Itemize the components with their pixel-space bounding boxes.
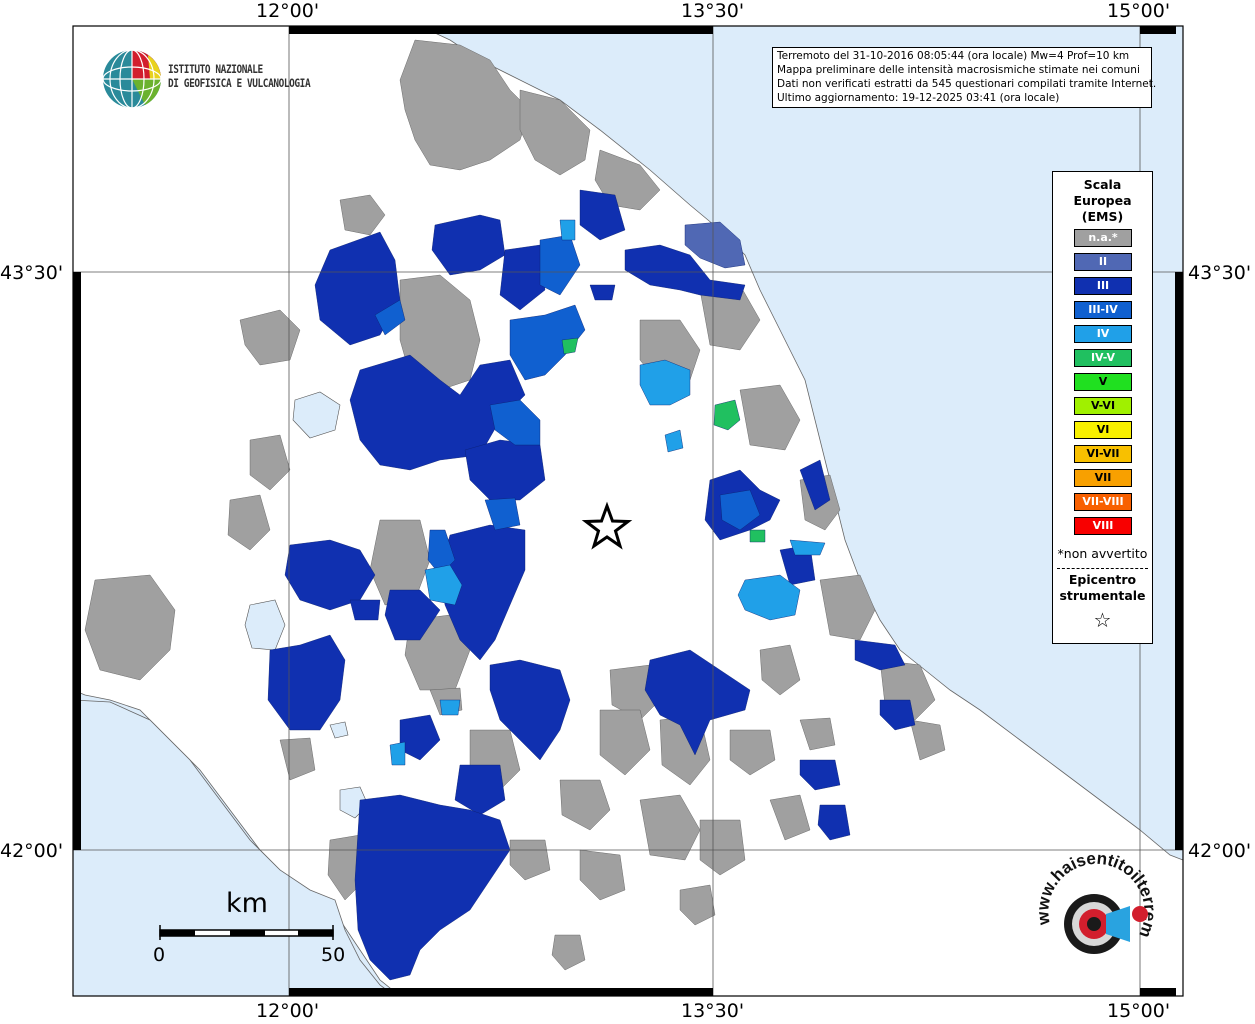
legend-item-v: V bbox=[1074, 373, 1132, 391]
scale-end: 50 bbox=[321, 944, 346, 966]
lat-tick-left-1: 43°30' bbox=[0, 262, 64, 284]
legend-epicenter-line2: strumentale bbox=[1059, 588, 1146, 603]
ems-legend: Scala Europea (EMS) n.a.* II III III-IV IV IV… bbox=[1052, 171, 1153, 644]
ingv-line-1: ISTITUTO NAZIONALE bbox=[168, 62, 263, 76]
info-line-map: Mappa preliminare delle intensità macros… bbox=[777, 64, 1140, 76]
legend-separator bbox=[1057, 568, 1148, 569]
lon-tick-top-1: 12°00' bbox=[256, 0, 320, 22]
legend-item-vii-viii: VII-VIII bbox=[1074, 493, 1132, 511]
lat-tick-right-2: 42°00' bbox=[1188, 840, 1252, 862]
lat-tick-right-1: 43°30' bbox=[1188, 262, 1252, 284]
info-line-data: Dati non verificati estratti da 545 ques… bbox=[777, 78, 1157, 90]
legend-title-line3: (EMS) bbox=[1081, 209, 1124, 224]
haisentito-logo: www.haisentitoilterremoto.it bbox=[1022, 854, 1160, 954]
legend-item-v-vi: V-VI bbox=[1074, 397, 1132, 415]
lat-tick-left-2: 42°00' bbox=[0, 840, 64, 862]
info-line-event: Terremoto del 31-10-2016 08:05:44 (ora l… bbox=[777, 50, 1130, 62]
legend-item-iv-v: IV-V bbox=[1074, 349, 1132, 367]
lon-tick-bottom-2: 13°30' bbox=[681, 1000, 745, 1022]
legend-item-n-a: n.a.* bbox=[1074, 229, 1132, 247]
legend-item-vii: VII bbox=[1074, 469, 1132, 487]
legend-item-iii: III bbox=[1074, 277, 1132, 295]
legend-title-line2: Europea bbox=[1073, 193, 1132, 208]
ingv-logo-text: ISTITUTO NAZIONALE DI GEOFISICA E VULCAN… bbox=[168, 62, 311, 90]
ingv-line-2: DI GEOFISICA E VULCANOLOGIA bbox=[168, 76, 311, 90]
legend-item-vi: VI bbox=[1074, 421, 1132, 439]
legend-item-vi-vii: VI-VII bbox=[1074, 445, 1132, 463]
legend-title-line1: Scala bbox=[1083, 177, 1122, 192]
legend-note: *non avvertito bbox=[1057, 546, 1148, 561]
legend-star-icon: ☆ bbox=[1093, 608, 1112, 632]
scale-start: 0 bbox=[153, 944, 166, 966]
legend-item-ii: II bbox=[1074, 253, 1132, 271]
event-info-box: Terremoto del 31-10-2016 08:05:44 (ora l… bbox=[772, 47, 1157, 108]
legend-title: Scala Europea (EMS) bbox=[1053, 177, 1152, 225]
legend-item-iv: IV bbox=[1074, 325, 1132, 343]
legend-item-iii-iv: III-IV bbox=[1074, 301, 1132, 319]
info-line-update: Ultimo aggiornamento: 19-12-2025 03:41 (… bbox=[777, 92, 1060, 104]
lon-tick-top-3: 15°00' bbox=[1107, 0, 1171, 22]
lon-tick-bottom-1: 12°00' bbox=[256, 1000, 320, 1022]
ingv-globe-logo bbox=[102, 49, 162, 109]
scale-unit: km bbox=[226, 888, 268, 919]
legend-epicenter-label: Epicentro strumentale bbox=[1053, 572, 1152, 604]
lon-tick-top-2: 13°30' bbox=[681, 0, 745, 22]
legend-item-viii: VIII bbox=[1074, 517, 1132, 535]
legend-epicenter-line1: Epicentro bbox=[1068, 572, 1137, 587]
lon-tick-bottom-3: 15°00' bbox=[1107, 1000, 1171, 1022]
